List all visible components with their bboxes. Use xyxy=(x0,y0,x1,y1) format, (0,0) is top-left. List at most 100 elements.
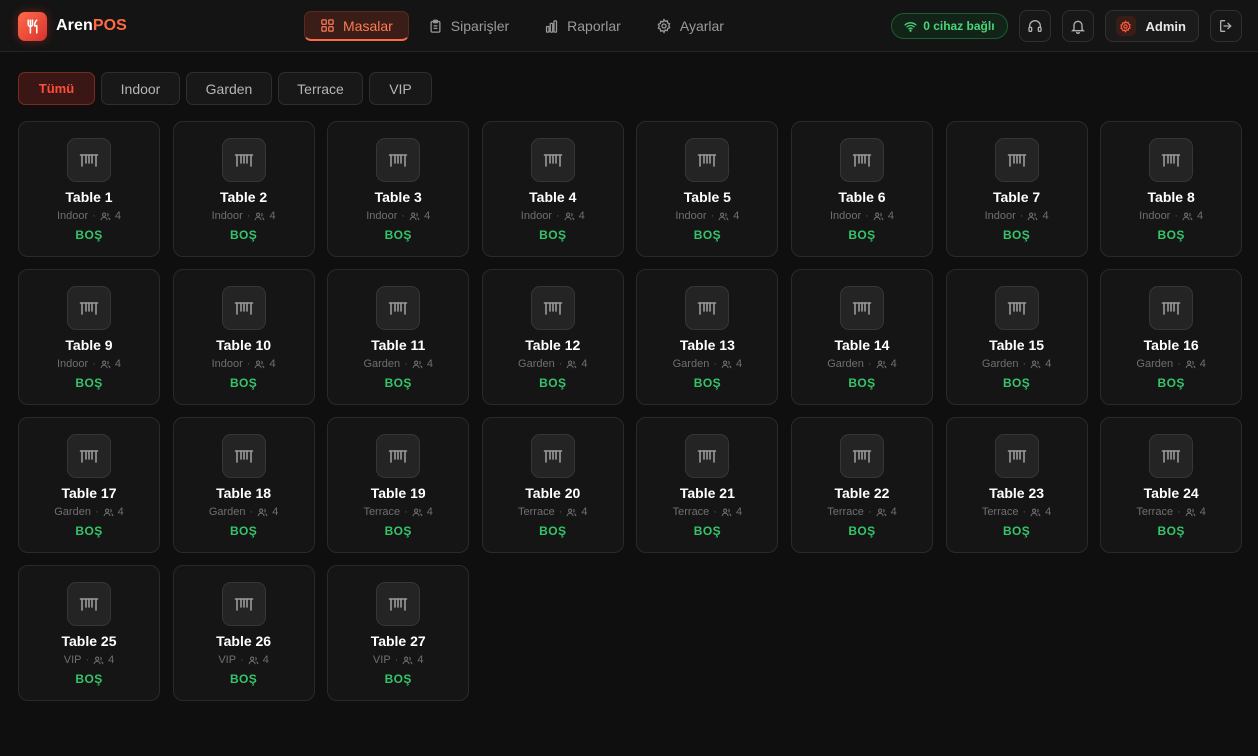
table-icon xyxy=(1149,434,1194,478)
people-icon xyxy=(402,656,413,664)
table-card-22[interactable]: Table 22 Terrace · 4 BOŞ xyxy=(790,417,933,553)
top-bar: ArenPOS Masalar Siparişler Raporlar Ayar… xyxy=(0,0,1258,52)
table-meta: Garden · 4 xyxy=(792,358,932,370)
filter-all[interactable]: Tümü xyxy=(18,72,95,105)
user-name: Admin xyxy=(1145,18,1186,34)
table-card-6[interactable]: Table 6 Indoor · 4 BOŞ xyxy=(790,121,933,257)
nav-reports[interactable]: Raporlar xyxy=(528,11,637,41)
table-card-26[interactable]: Table 26 VIP · 4 BOŞ xyxy=(172,565,315,701)
table-name: Table 8 xyxy=(1147,189,1195,205)
table-card-16[interactable]: Table 16 Garden · 4 BOŞ xyxy=(1100,269,1243,405)
table-card-5[interactable]: Table 5 Indoor · 4 BOŞ xyxy=(636,121,779,257)
table-name: Table 6 xyxy=(838,189,886,205)
meta-separator: · xyxy=(85,654,90,666)
table-card-8[interactable]: Table 8 Indoor · 4 BOŞ xyxy=(1100,121,1243,257)
table-status: BOŞ xyxy=(384,524,412,538)
filter-garden[interactable]: Garden xyxy=(186,72,272,105)
filter-indoor[interactable]: Indoor xyxy=(101,72,180,105)
table-card-19[interactable]: Table 19 Terrace · 4 BOŞ xyxy=(327,417,470,553)
table-seats: 4 xyxy=(1197,210,1204,222)
table-card-24[interactable]: Table 24 Terrace · 4 BOŞ xyxy=(1100,417,1243,553)
table-card-23[interactable]: Table 23 Terrace · 4 BOŞ xyxy=(945,417,1088,553)
support-button[interactable] xyxy=(1018,10,1051,42)
table-meta: Indoor · 4 xyxy=(483,210,623,222)
table-card-1[interactable]: Table 1 Indoor · 4 BOŞ xyxy=(18,121,160,257)
table-card-12[interactable]: Table 12 Garden · 4 BOŞ xyxy=(481,269,624,405)
table-icon xyxy=(839,138,884,182)
app-name-part2: POS xyxy=(92,17,127,34)
table-card-13[interactable]: Table 13 Garden · 4 BOŞ xyxy=(636,269,779,405)
table-card-2[interactable]: Table 2 Indoor · 4 BOŞ xyxy=(172,121,315,257)
table-name: Table 24 xyxy=(1143,485,1199,501)
nav-settings[interactable]: Ayarlar xyxy=(640,11,740,41)
table-card-15[interactable]: Table 15 Garden · 4 BOŞ xyxy=(945,269,1088,405)
logout-icon xyxy=(1220,20,1232,32)
table-card-17[interactable]: Table 17 Garden · 4 BOŞ xyxy=(18,417,160,553)
table-card-11[interactable]: Table 11 Garden · 4 BOŞ xyxy=(327,269,470,405)
table-meta: Indoor · 4 xyxy=(1101,210,1241,222)
header-actions: 0 cihaz bağlı Admin xyxy=(891,10,1242,42)
table-area: Garden xyxy=(827,358,864,370)
table-icon xyxy=(685,434,730,478)
table-status: BOŞ xyxy=(384,376,412,390)
table-name: Table 17 xyxy=(61,485,117,501)
table-icon xyxy=(376,138,421,182)
brand[interactable]: ArenPOS xyxy=(18,11,127,41)
meta-separator: · xyxy=(713,358,717,370)
filter-terrace[interactable]: Terrace xyxy=(278,72,363,105)
table-card-20[interactable]: Table 20 Terrace · 4 BOŞ xyxy=(481,417,624,553)
people-icon xyxy=(1185,360,1196,368)
table-card-10[interactable]: Table 10 Indoor · 4 BOŞ xyxy=(172,269,315,405)
table-card-3[interactable]: Table 3 Indoor · 4 BOŞ xyxy=(327,121,470,257)
table-status: BOŞ xyxy=(848,524,876,538)
nav-orders[interactable]: Siparişler xyxy=(412,11,525,41)
table-icon xyxy=(67,138,111,182)
table-icon xyxy=(221,138,266,182)
table-card-4[interactable]: Table 4 Indoor · 4 BOŞ xyxy=(481,121,624,257)
table-area: Terrace xyxy=(363,506,401,518)
table-card-14[interactable]: Table 14 Garden · 4 BOŞ xyxy=(790,269,933,405)
user-menu-button[interactable]: Admin xyxy=(1104,10,1199,42)
table-icon xyxy=(685,138,730,182)
table-status: BOŞ xyxy=(693,524,721,538)
table-area: Indoor xyxy=(57,358,89,370)
table-name: Table 10 xyxy=(216,337,272,353)
table-meta: Garden · 4 xyxy=(174,506,314,518)
table-card-25[interactable]: Table 25 VIP · 4 BOŞ xyxy=(18,565,160,701)
table-meta: Terrace · 4 xyxy=(483,506,623,518)
table-meta: Indoor · 4 xyxy=(19,210,159,222)
table-icon xyxy=(376,286,421,330)
meta-separator: · xyxy=(555,210,560,222)
tables-grid: Table 1 Indoor · 4 BOŞ Table 2 Indoor · xyxy=(18,121,1243,701)
table-seats: 4 xyxy=(733,210,740,222)
table-icon xyxy=(221,286,266,330)
meta-separator: · xyxy=(558,506,563,518)
notifications-button[interactable] xyxy=(1061,10,1094,42)
device-status-badge[interactable]: 0 cihaz bağlı xyxy=(891,13,1008,39)
table-name: Table 16 xyxy=(1143,337,1199,353)
table-area: VIP xyxy=(63,654,82,666)
meta-separator: · xyxy=(558,358,563,370)
table-card-7[interactable]: Table 7 Indoor · 4 BOŞ xyxy=(945,121,1088,257)
main-nav: Masalar Siparişler Raporlar Ayarlar xyxy=(304,11,743,41)
people-icon xyxy=(721,360,732,368)
nav-tables[interactable]: Masalar xyxy=(304,11,409,41)
area-filter-bar: Tümü Indoor Garden Terrace VIP xyxy=(18,72,438,105)
table-card-21[interactable]: Table 21 Terrace · 4 BOŞ xyxy=(636,417,779,553)
table-card-9[interactable]: Table 9 Indoor · 4 BOŞ xyxy=(18,269,160,405)
table-seats: 4 xyxy=(272,506,279,518)
filter-vip[interactable]: VIP xyxy=(369,72,432,105)
table-name: Table 23 xyxy=(989,485,1045,501)
table-meta: Indoor · 4 xyxy=(19,358,159,370)
table-icon xyxy=(67,286,111,330)
table-card-27[interactable]: Table 27 VIP · 4 BOŞ xyxy=(327,565,470,701)
table-icon xyxy=(994,286,1039,330)
people-icon xyxy=(409,212,420,220)
table-meta: Indoor · 4 xyxy=(174,358,314,370)
table-name: Table 27 xyxy=(370,633,426,649)
bar-chart-icon xyxy=(546,19,558,33)
app-name-part1: Aren xyxy=(56,17,93,34)
table-card-18[interactable]: Table 18 Garden · 4 BOŞ xyxy=(172,417,315,553)
logout-button[interactable] xyxy=(1210,10,1242,42)
table-seats: 4 xyxy=(890,506,897,518)
